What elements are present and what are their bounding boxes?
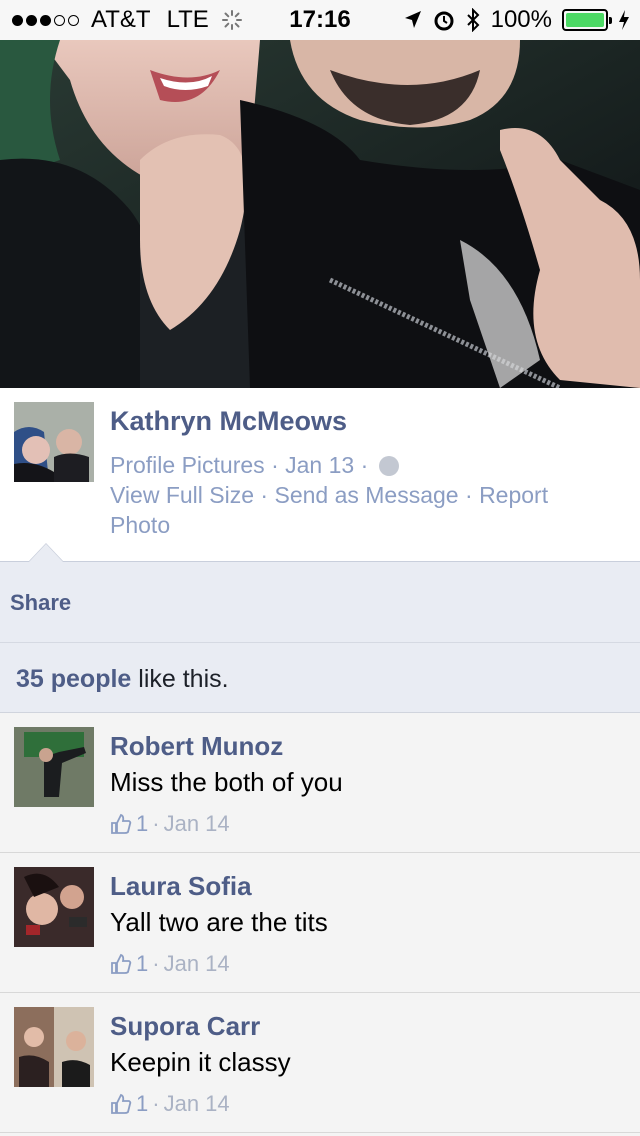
comment: Robert Munoz Miss the both of you 1 · Ja… (0, 713, 640, 853)
comment: Supora Carr Keepin it classy 1 · Jan 14 (0, 993, 640, 1133)
share-button[interactable]: Share (10, 590, 71, 616)
author-name[interactable]: Kathryn McMeows (110, 406, 347, 437)
commenter-name[interactable]: Laura Sofia (110, 871, 252, 902)
author-avatar[interactable] (14, 402, 94, 482)
comment-date: Jan 14 (163, 951, 230, 976)
comment-text: Miss the both of you (110, 767, 343, 797)
post-photo[interactable] (0, 40, 640, 388)
commenter-avatar[interactable] (14, 1007, 94, 1087)
meta-separator: · (465, 482, 473, 508)
location-arrow-icon (404, 11, 421, 28)
alarm-icon (434, 11, 454, 31)
status-bar: AT&T LTE 17:16 100% (0, 0, 640, 40)
battery-fill (566, 13, 604, 27)
meta-separator: · (152, 811, 160, 836)
likes-suffix: like this. (131, 665, 229, 693)
commenter-avatar-image (14, 867, 94, 947)
photo-image (0, 40, 640, 388)
view-full-size-link[interactable]: View Full Size (110, 482, 254, 508)
commenter-name[interactable]: Robert Munoz (110, 731, 283, 762)
commenter-avatar[interactable] (14, 867, 94, 947)
meta-separator: · (360, 452, 369, 478)
post-date: Jan 13 (285, 452, 355, 478)
battery-percent: 100% (490, 6, 552, 33)
send-as-message-link[interactable]: Send as Message (274, 482, 458, 508)
meta-separator: · (271, 452, 279, 478)
likes-summary: 35 people like this. (0, 643, 640, 713)
commenter-avatar[interactable] (14, 727, 94, 807)
comment-meta: 1 · Jan 14 (110, 811, 230, 837)
comment: Laura Sofia Yall two are the tits 1 · Ja… (0, 853, 640, 993)
comment-text: Yall two are the tits (110, 907, 328, 937)
status-right: 100% (403, 6, 630, 34)
likes-count-link[interactable]: 35 people (16, 665, 131, 693)
battery-icon (562, 9, 612, 31)
commenter-avatar-image (14, 727, 94, 807)
thumbs-up-icon[interactable] (110, 953, 132, 975)
comment-like-count: 1 (136, 811, 149, 836)
comment-meta: 1 · Jan 14 (110, 1091, 230, 1117)
post-info: Kathryn McMeows Profile Pictures · Jan 1… (0, 388, 640, 561)
meta-separator: · (152, 1091, 160, 1116)
comment-date: Jan 14 (163, 1091, 230, 1116)
pointer-notch (28, 543, 64, 562)
comment-like-count: 1 (136, 951, 149, 976)
author-avatar-image (14, 402, 94, 482)
meta-separator: · (260, 482, 269, 508)
post-meta: Profile Pictures · Jan 13 · View Full Si… (110, 450, 610, 540)
bluetooth-icon (466, 8, 480, 32)
share-bar: Share (0, 543, 640, 643)
comment-date: Jan 14 (163, 811, 230, 836)
commenter-name[interactable]: Supora Carr (110, 1011, 260, 1042)
comment-like-count: 1 (136, 1091, 149, 1116)
thumbs-up-icon[interactable] (110, 813, 132, 835)
likes-text: 35 people like this. (16, 665, 229, 694)
comment-meta: 1 · Jan 14 (110, 951, 230, 977)
meta-separator: · (152, 951, 160, 976)
commenter-avatar-image (14, 1007, 94, 1087)
thumbs-up-icon[interactable] (110, 1093, 132, 1115)
album-link[interactable]: Profile Pictures (110, 452, 265, 478)
charging-bolt-icon (619, 10, 629, 30)
globe-icon (378, 456, 399, 476)
comment-text: Keepin it classy (110, 1047, 291, 1077)
